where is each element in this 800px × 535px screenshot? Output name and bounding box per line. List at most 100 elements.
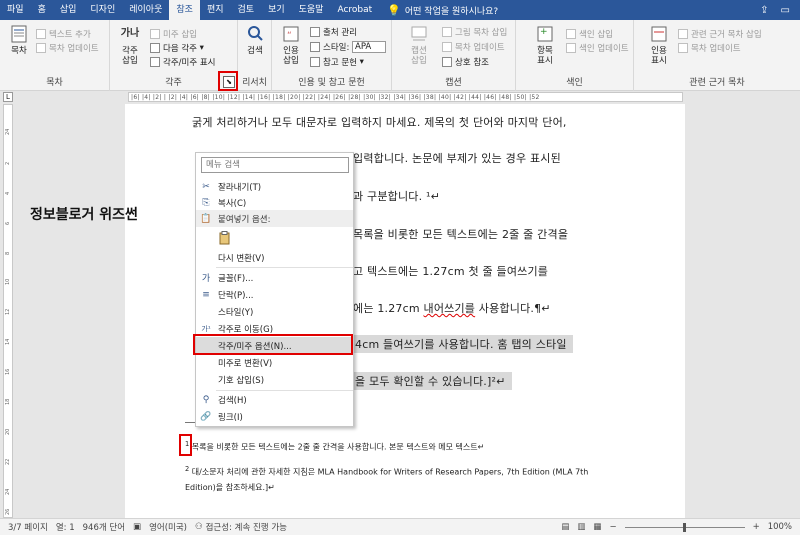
vertical-ruler: 24 2 4 6 8 10 12 14 16 18 20 22 24 26	[3, 104, 13, 518]
tab-layout[interactable]: 레이아웃	[122, 0, 169, 20]
menu-label: 글꼴(F)...	[218, 273, 254, 284]
tab-file[interactable]: 파일	[0, 0, 31, 20]
svg-text:+: +	[540, 27, 548, 37]
menu-item-convert-to-endnote[interactable]: 미주로 변환(V)	[196, 354, 353, 371]
update-index-icon	[566, 43, 576, 53]
insert-index-button[interactable]: 색인 삽입	[566, 28, 613, 40]
menu-item-styles[interactable]: 스타일(Y)	[196, 303, 353, 320]
tab-insert[interactable]: 삽입	[53, 0, 84, 20]
tell-me-box[interactable]: 💡 어떤 작업을 원하시나요?	[387, 4, 498, 17]
tab-selector-icon[interactable]: L	[3, 92, 13, 102]
status-word-count[interactable]: 946개 단어	[83, 521, 125, 533]
add-text-button[interactable]: 텍스트 추가	[36, 28, 91, 40]
print-layout-icon[interactable]: ▦	[593, 522, 601, 532]
focus-mode-icon[interactable]: ▤	[561, 522, 569, 532]
insert-toa-button[interactable]: 관련 근거 목차 삽입	[678, 28, 762, 40]
ruler-scale[interactable]: |6| |4| |2| | |2| |4| |6| |8| |10| |12| …	[128, 92, 683, 102]
show-notes-icon	[150, 57, 160, 67]
tab-references[interactable]: 참조	[169, 0, 200, 20]
accessibility-icon[interactable]: ⚇	[195, 522, 203, 532]
status-accessibility[interactable]: 접근성: 계속 진행 가능	[206, 521, 287, 533]
next-footnote-button[interactable]: 다음 각주 ▾	[150, 42, 204, 54]
group-research: 검색 리서치	[238, 20, 272, 91]
cross-reference-button[interactable]: 상호 참조	[442, 56, 489, 68]
tab-mailings[interactable]: 편지	[200, 0, 231, 20]
tab-home[interactable]: 홈	[31, 0, 53, 20]
menu-label: 붙여넣기 옵션:	[218, 214, 271, 225]
next-footnote-icon	[150, 43, 160, 53]
vruler-tick: 20	[5, 428, 11, 435]
update-table-button[interactable]: 목차 업데이트	[442, 41, 505, 53]
zoom-slider[interactable]	[624, 522, 745, 532]
insert-footnote-label: 각주 삽입	[122, 46, 138, 66]
cross-reference-icon	[442, 57, 452, 67]
menu-item-copy[interactable]: ⎘ 복사(C)	[196, 194, 353, 211]
mark-entry-label: 항목 표시	[537, 46, 553, 66]
menu-search-input[interactable]: 메뉴 검색	[201, 157, 349, 173]
footnote-2: 2 대/소문자 처리에 관한 자세한 지침은 MLA Handbook for …	[185, 465, 588, 478]
footnote-options-highlight-box	[193, 334, 353, 355]
menu-item-font[interactable]: 가 글꼴(F)...	[196, 269, 353, 286]
insert-caption-button[interactable]: 캡션 삽입	[406, 24, 432, 66]
footnote-icon: 가나	[120, 28, 140, 39]
endnote-icon	[150, 29, 160, 39]
status-column: 열: 1	[55, 523, 75, 533]
doc-line: 에는 1.27cm 내어쓰기를 사용합니다.¶↵	[353, 300, 551, 316]
manage-sources-button[interactable]: 출처 관리	[310, 26, 357, 38]
bibliography-button[interactable]: 참고 문헌 ▾	[310, 56, 364, 68]
menu-item-paragraph[interactable]: ≡ 단락(P)...	[196, 286, 353, 303]
ribbon-tab-bar: 파일 홈 삽입 디자인 레이아웃 참조 편지 검토 보기 도움말 Acrobat…	[0, 0, 800, 20]
footnote-2-mark[interactable]: 2	[185, 465, 189, 473]
context-menu: 메뉴 검색 ✂ 잘라내기(T) ⎘ 복사(C) 📋 붙여넣기 옵션: 다시 변환(V)…	[195, 152, 354, 427]
paste-keep-format-icon[interactable]	[218, 231, 232, 245]
zoom-out-icon[interactable]: −	[609, 522, 616, 532]
show-notes-button[interactable]: 각주/미주 표시	[150, 56, 216, 68]
mark-citation-button[interactable]: 인용 표시	[646, 24, 672, 66]
misspelled-word[interactable]: 내어쓰기를	[424, 302, 476, 315]
tab-design[interactable]: 디자인	[83, 0, 122, 20]
menu-item-search[interactable]: ⚲ 검색(H)	[196, 391, 353, 408]
svg-text:“: “	[287, 31, 292, 41]
menu-item-link[interactable]: 🔗 링크(I)	[196, 408, 353, 425]
group-toc: 목차 텍스트 추가 목차 업데이트 목차	[0, 20, 110, 91]
update-index-label: 색인 업데이트	[579, 44, 629, 54]
table-of-figures-icon	[442, 27, 452, 37]
zoom-slider-knob[interactable]	[682, 522, 686, 532]
proofing-icon[interactable]: ▣	[133, 522, 141, 532]
citation-style-select[interactable]: 스타일: APA	[310, 41, 387, 53]
zoom-level[interactable]: 100%	[768, 522, 792, 532]
add-text-icon	[36, 29, 46, 39]
doc-text: 사용합니다.¶↵	[475, 302, 551, 315]
update-toa-button[interactable]: 목차 업데이트	[678, 42, 741, 54]
insert-endnote-button[interactable]: 미주 삽입	[150, 28, 197, 40]
tab-view[interactable]: 보기	[261, 0, 292, 20]
insert-caption-label: 캡션 삽입	[411, 46, 427, 66]
mark-entry-button[interactable]: + 항목 표시	[532, 24, 558, 66]
toc-button[interactable]: 목차	[6, 24, 32, 56]
menu-item-insert-symbol[interactable]: 기호 삽입(S)	[196, 371, 353, 388]
bibliography-icon	[310, 57, 320, 67]
menu-label: 복사(C)	[218, 198, 247, 209]
insert-footnote-button[interactable]: 가나 각주 삽입	[116, 24, 144, 66]
status-page[interactable]: 3/7 페이지	[8, 521, 48, 533]
search-button[interactable]: 검색	[242, 24, 268, 56]
doc-text: 에는 1.27cm	[353, 302, 424, 315]
tab-acrobat[interactable]: Acrobat	[330, 0, 379, 20]
read-mode-icon[interactable]: ▥	[577, 522, 585, 532]
share-icon[interactable]: ⇪	[760, 5, 768, 16]
menu-item-cut[interactable]: ✂ 잘라내기(T)	[196, 178, 353, 195]
insert-citation-button[interactable]: “ 인용 삽입	[278, 24, 304, 66]
comments-icon[interactable]: ▭	[781, 5, 790, 16]
update-table-icon	[442, 42, 452, 52]
update-toc-button[interactable]: 목차 업데이트	[36, 42, 99, 54]
update-index-button[interactable]: 색인 업데이트	[566, 42, 629, 54]
update-toa-label: 목차 업데이트	[691, 44, 741, 54]
tab-help[interactable]: 도움말	[292, 0, 331, 20]
vruler-tick: 4	[5, 191, 11, 195]
status-language[interactable]: 영어(미국)	[149, 521, 187, 533]
tab-review[interactable]: 검토	[231, 0, 262, 20]
tell-me-text: 어떤 작업을 원하시나요?	[404, 6, 499, 17]
menu-item-reconvert[interactable]: 다시 변환(V)	[196, 249, 353, 266]
insert-table-of-figures-button[interactable]: 그림 목차 삽입	[442, 26, 507, 38]
zoom-in-icon[interactable]: +	[753, 522, 760, 532]
